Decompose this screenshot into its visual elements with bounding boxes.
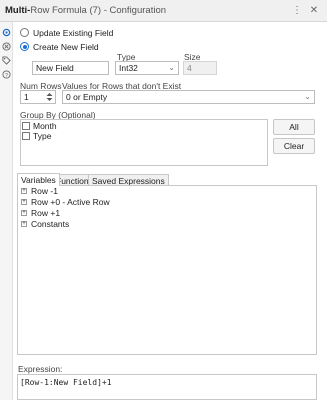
new-field-name-input[interactable]: New Field: [32, 61, 109, 75]
tree-item-constants[interactable]: Constants: [31, 219, 69, 229]
clear-button[interactable]: Clear: [273, 138, 315, 154]
tree-item-row-active[interactable]: Row +0 - Active Row: [31, 197, 110, 207]
tab-variables[interactable]: Variables: [17, 173, 60, 186]
tree-item-row-minus-1[interactable]: Row -1: [31, 186, 58, 196]
group-by-checkbox[interactable]: [22, 122, 30, 130]
create-new-radio[interactable]: [20, 42, 29, 51]
settings-gear-icon[interactable]: [2, 28, 11, 37]
chevron-down-icon: ⌄: [304, 92, 311, 101]
size-input: 4: [183, 61, 217, 75]
help-icon[interactable]: ?: [2, 70, 11, 79]
stepper-arrows-icon[interactable]: [45, 91, 54, 103]
window-title: Multi-Row Formula (7) - Configuration: [5, 5, 167, 16]
expression-text[interactable]: [Row-1:New Field]+1: [20, 378, 112, 387]
type-select[interactable]: Int32 ⌄: [115, 61, 179, 75]
expand-icon[interactable]: +: [21, 199, 27, 205]
tree-item-row-plus-1[interactable]: Row +1: [31, 208, 60, 218]
expand-icon[interactable]: +: [21, 210, 27, 216]
group-by-item: Month: [33, 121, 57, 131]
expand-icon[interactable]: +: [21, 221, 27, 227]
tag-icon[interactable]: [2, 56, 11, 65]
expression-label: Expression:: [18, 364, 63, 374]
annotation-icon[interactable]: [2, 42, 11, 51]
variables-tree-panel[interactable]: [17, 185, 317, 355]
close-icon[interactable]: ✕: [309, 5, 319, 17]
group-by-list[interactable]: [20, 119, 268, 166]
chevron-down-icon: ⌄: [168, 63, 175, 72]
update-existing-radio[interactable]: [20, 28, 29, 37]
all-button[interactable]: All: [273, 119, 315, 135]
more-options-icon[interactable]: ⋮: [292, 5, 302, 17]
group-by-checkbox[interactable]: [22, 132, 30, 140]
update-existing-label: Update Existing Field: [33, 28, 114, 38]
expand-icon[interactable]: +: [21, 188, 27, 194]
svg-text:?: ?: [5, 73, 8, 79]
group-by-item: Type: [33, 131, 52, 141]
create-new-label: Create New Field: [33, 42, 99, 52]
missing-rows-select[interactable]: 0 or Empty ⌄: [62, 90, 315, 104]
